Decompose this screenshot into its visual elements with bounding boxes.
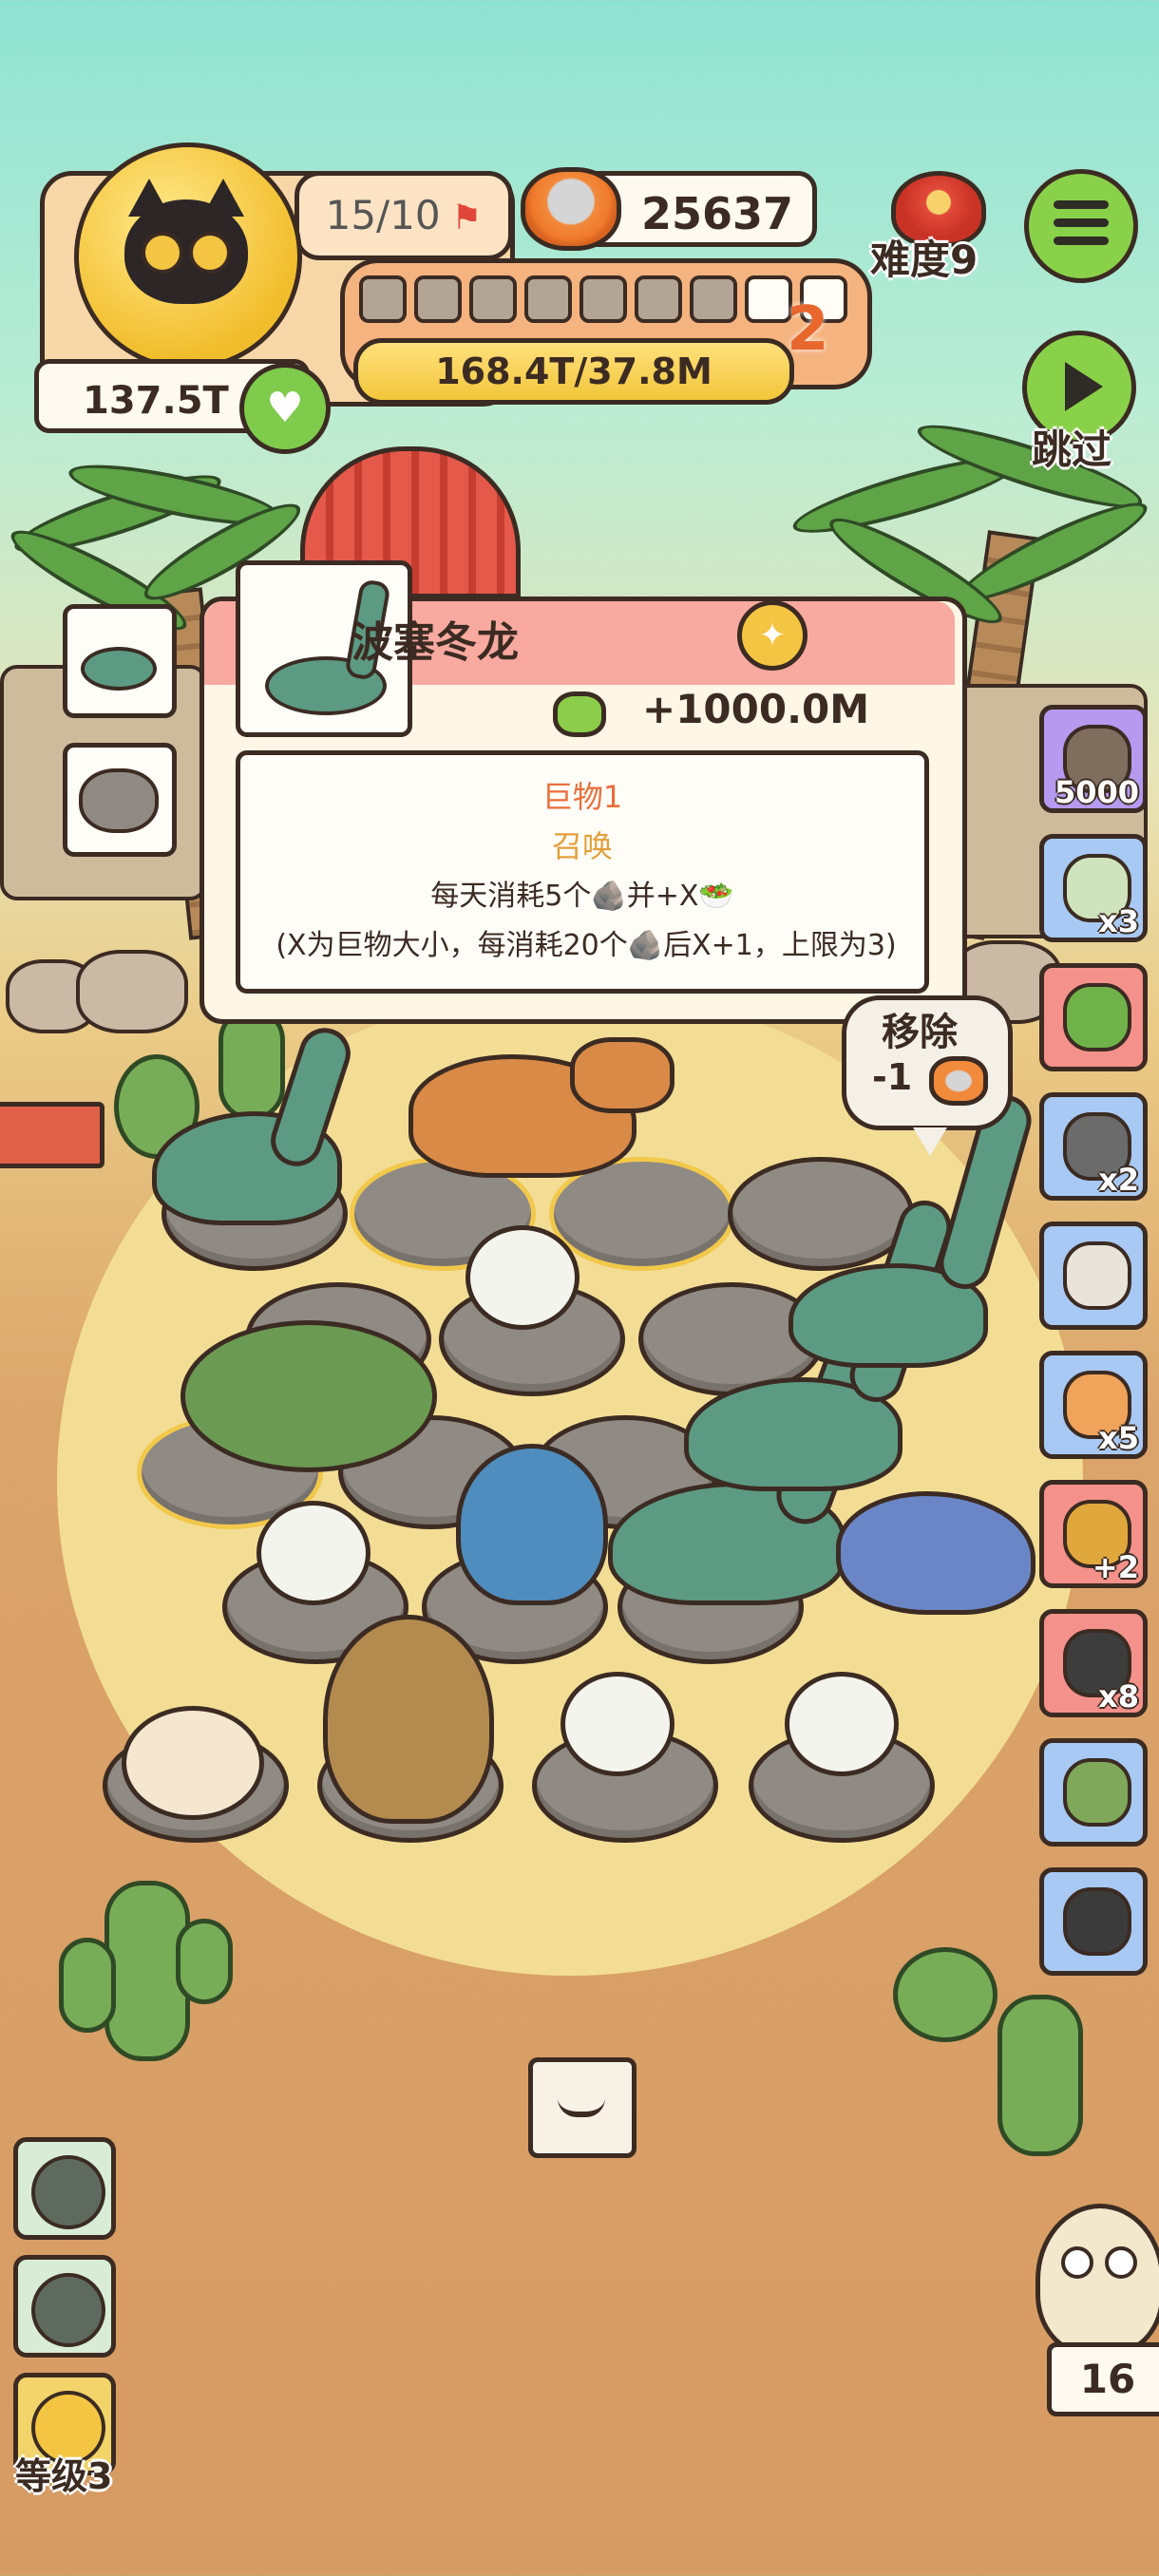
wave-pip bbox=[469, 275, 517, 323]
ore-thumbnail[interactable] bbox=[63, 743, 177, 857]
hp-bar: 168.4T/37.8M bbox=[353, 338, 794, 405]
spirit-deer-unit[interactable] bbox=[560, 1672, 674, 1776]
owl-icon[interactable] bbox=[1036, 2204, 1159, 2356]
remove-cost: -1 bbox=[872, 1056, 913, 1098]
ore-item[interactable]: 5000 bbox=[1039, 705, 1148, 813]
wave-pip bbox=[690, 275, 737, 323]
item-count: x8 bbox=[1098, 1678, 1139, 1714]
basket-item[interactable] bbox=[1039, 1738, 1148, 1847]
mandrill-unit[interactable] bbox=[323, 1615, 494, 1824]
heart-icon[interactable]: ♥ bbox=[239, 363, 331, 454]
item-count: x5 bbox=[1098, 1420, 1139, 1456]
donut-item[interactable]: x5 bbox=[1039, 1351, 1148, 1459]
unit-rank: 巨物1 bbox=[542, 779, 623, 815]
ankylosaurus-unit[interactable] bbox=[180, 1320, 437, 1472]
green-slime-item[interactable] bbox=[1039, 963, 1148, 1071]
brachiosaurus-thumbnail[interactable] bbox=[63, 604, 177, 718]
skip-label: 跳过 bbox=[1032, 426, 1112, 473]
difficulty-label: 难度9 bbox=[870, 237, 978, 283]
unit-type: 召唤 bbox=[551, 828, 613, 864]
hamster-unit[interactable] bbox=[122, 1706, 264, 1820]
black-cat-icon bbox=[124, 179, 248, 304]
skull-badge-icon: ✦ bbox=[737, 600, 808, 671]
item-count: 5000 bbox=[1054, 774, 1139, 810]
unit-slot[interactable] bbox=[728, 1157, 914, 1271]
cat-food-can-icon bbox=[929, 1056, 988, 1106]
unit-income: +1000.0M bbox=[642, 686, 870, 732]
green-slime-icon bbox=[1063, 983, 1131, 1051]
player-avatar[interactable] bbox=[74, 142, 302, 370]
level-label: 等级3 bbox=[15, 2455, 113, 2497]
wave-pips bbox=[359, 275, 847, 323]
wave-pip bbox=[414, 275, 462, 323]
spirit-deer-unit[interactable] bbox=[785, 1672, 899, 1776]
cat-food-can-icon bbox=[521, 167, 621, 251]
ore-plus-item[interactable]: +2 bbox=[1039, 1480, 1148, 1588]
owl-count: 16 bbox=[1047, 2342, 1159, 2416]
seed-packet-item[interactable]: x3 bbox=[1039, 834, 1148, 942]
spirit-deer-unit[interactable] bbox=[256, 1501, 370, 1605]
basket-icon bbox=[1063, 1758, 1131, 1827]
salad-icon bbox=[553, 691, 606, 737]
wave-pip bbox=[359, 275, 407, 323]
flag-icon: ⚑ bbox=[440, 199, 483, 237]
wave-pip bbox=[524, 275, 572, 323]
whale-unit[interactable] bbox=[836, 1491, 1036, 1615]
item-count: x2 bbox=[1098, 1162, 1139, 1198]
camera-icon bbox=[1063, 1887, 1131, 1956]
tin-can-item[interactable]: x2 bbox=[1039, 1092, 1148, 1201]
sea-dragon-unit[interactable] bbox=[456, 1444, 608, 1605]
menu-button[interactable] bbox=[1024, 169, 1138, 283]
bag-item[interactable]: x8 bbox=[1039, 1609, 1148, 1717]
wave-progress: 15/10 ⚑ bbox=[294, 171, 513, 260]
wave-number: 2 bbox=[787, 294, 829, 365]
jar-item[interactable] bbox=[1039, 1222, 1148, 1330]
description-line: 每天消耗5个🪨并+X🥗 bbox=[430, 880, 734, 913]
elephant-silhouette-button[interactable] bbox=[13, 2137, 116, 2240]
item-count: +2 bbox=[1092, 1549, 1139, 1585]
camera-item[interactable] bbox=[1039, 1867, 1148, 1976]
remove-label: 移除 bbox=[882, 1011, 958, 1054]
expand-drawer-button[interactable] bbox=[528, 2057, 636, 2158]
wave-pip bbox=[580, 275, 627, 323]
item-count: x3 bbox=[1098, 903, 1139, 939]
unit-name: 波塞冬龙 bbox=[352, 618, 519, 667]
wave-pip bbox=[635, 275, 682, 323]
wave-pip bbox=[745, 275, 792, 323]
description-line: (X为巨物大小，每消耗20个🪨后X+1，上限为3) bbox=[276, 929, 897, 962]
bear-silhouette-button[interactable] bbox=[13, 2255, 116, 2358]
jar-icon bbox=[1063, 1241, 1131, 1310]
spirit-deer-unit[interactable] bbox=[466, 1225, 580, 1330]
